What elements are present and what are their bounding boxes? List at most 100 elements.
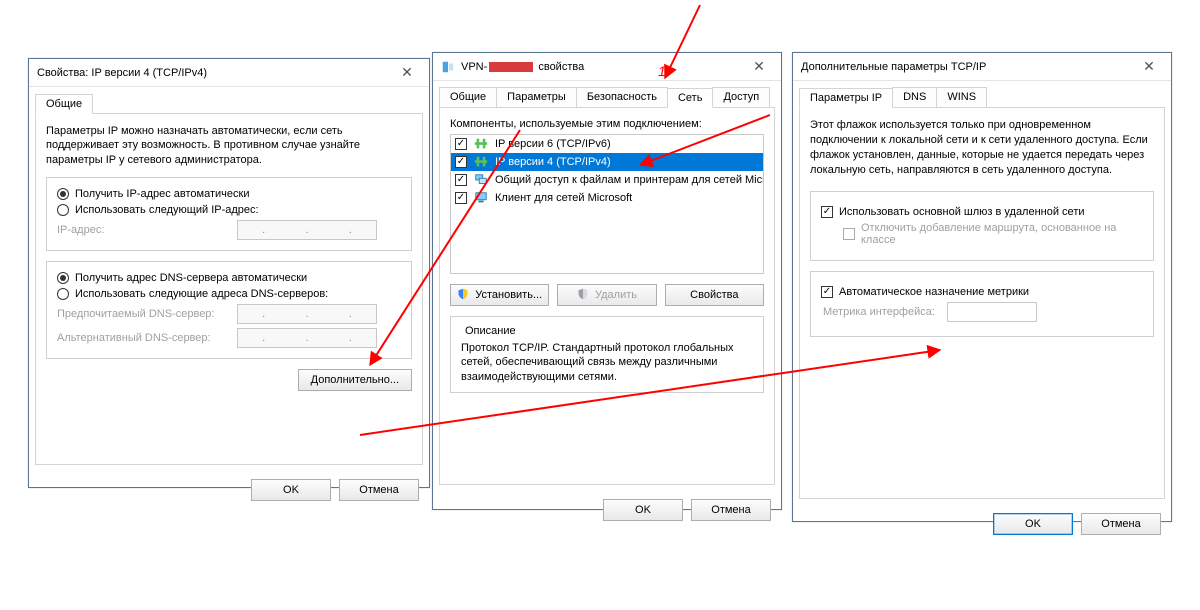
list-item-label: Клиент для сетей Microsoft <box>495 192 632 204</box>
radio-ip-auto[interactable]: Получить IP-адрес автоматически <box>57 188 401 200</box>
dns-alt-input: ... <box>237 328 377 348</box>
ip-address-row: IP-адрес: ... <box>57 220 401 240</box>
tab-dns[interactable]: DNS <box>892 87 937 107</box>
remove-button[interactable]: Удалить <box>557 284 656 306</box>
dns-group: Получить адрес DNS-сервера автоматически… <box>46 261 412 359</box>
close-icon[interactable]: ✕ <box>1133 56 1165 78</box>
use-default-gateway-check[interactable]: Использовать основной шлюз в удаленной с… <box>821 206 1143 218</box>
tab-label: Общие <box>46 98 82 110</box>
close-icon[interactable]: ✕ <box>743 56 775 78</box>
dialog-buttons: OK Отмена <box>433 491 781 529</box>
auto-metric-check[interactable]: Автоматическое назначение метрики <box>821 286 1143 298</box>
tab-label: Безопасность <box>587 91 657 103</box>
ip-address-input: ... <box>237 220 377 240</box>
interface-metric-row: Метрика интерфейса: <box>823 302 1143 322</box>
radio-dns-manual[interactable]: Использовать следующие адреса DNS-сервер… <box>57 288 401 300</box>
field-label: Предпочитаемый DNS-сервер: <box>57 308 227 320</box>
tab-body: Этот флажок используется только при одно… <box>799 107 1165 499</box>
tab-label: Сеть <box>678 92 702 104</box>
list-item-label: IP версии 6 (TCP/IPv6) <box>495 138 611 150</box>
tab-general[interactable]: Общие <box>35 94 93 114</box>
protocol-icon <box>473 155 489 169</box>
disable-class-route-check: Отключить добавление маршрута, основанно… <box>843 222 1143 246</box>
button-label: OK <box>1025 518 1041 530</box>
button-label: Дополнительно... <box>311 374 399 386</box>
radio-icon <box>57 204 69 216</box>
vpn-connection-properties-dialog: VPN- свойства ✕ Общие Параметры Безопасн… <box>432 52 782 510</box>
checkbox-icon[interactable] <box>455 192 467 204</box>
button-label: Отмена <box>711 504 750 516</box>
button-label: Отмена <box>359 484 398 496</box>
checkbox-icon[interactable] <box>455 174 467 186</box>
properties-button[interactable]: Свойства <box>665 284 764 306</box>
radio-label: Использовать следующие адреса DNS-сервер… <box>75 288 328 300</box>
install-button[interactable]: Установить... <box>450 284 549 306</box>
tabstrip: Параметры IP DNS WINS <box>793 81 1171 107</box>
tab-general[interactable]: Общие <box>439 87 497 107</box>
radio-label: Получить IP-адрес автоматически <box>75 188 249 200</box>
tab-ip-params[interactable]: Параметры IP <box>799 88 893 108</box>
cancel-button[interactable]: Отмена <box>339 479 419 501</box>
tab-access[interactable]: Доступ <box>712 87 770 107</box>
components-label: Компоненты, используемые этим подключени… <box>450 118 764 130</box>
button-label: Отмена <box>1101 518 1140 530</box>
cancel-button[interactable]: Отмена <box>1081 513 1161 535</box>
titlebar: VPN- свойства ✕ <box>433 53 781 81</box>
title-suffix: свойства <box>538 61 584 73</box>
dns-pref-row: Предпочитаемый DNS-сервер: ... <box>57 304 401 324</box>
interface-metric-input <box>947 302 1037 322</box>
ip-group: Получить IP-адрес автоматически Использо… <box>46 177 412 251</box>
list-item-client[interactable]: Клиент для сетей Microsoft <box>451 189 763 207</box>
tab-label: DNS <box>903 91 926 103</box>
field-label: Альтернативный DNS-сервер: <box>57 332 227 344</box>
tabstrip: Общие <box>29 87 429 113</box>
button-label: OK <box>283 484 299 496</box>
close-icon[interactable]: ✕ <box>391 62 423 84</box>
tab-security[interactable]: Безопасность <box>576 87 668 107</box>
check-label: Использовать основной шлюз в удаленной с… <box>839 206 1085 218</box>
button-label: Удалить <box>595 289 637 301</box>
dialog-title: Дополнительные параметры TCP/IP <box>801 61 1127 73</box>
checkbox-icon[interactable] <box>455 156 467 168</box>
client-icon <box>473 191 489 205</box>
tab-params[interactable]: Параметры <box>496 87 577 107</box>
checkbox-icon[interactable] <box>821 206 833 218</box>
redacted-text <box>489 62 533 72</box>
components-list[interactable]: IP версии 6 (TCP/IPv6) IP версии 4 (TCP/… <box>450 134 764 274</box>
description-group: Описание Протокол TCP/IP. Стандартный пр… <box>450 316 764 393</box>
tab-body: Компоненты, используемые этим подключени… <box>439 107 775 485</box>
checkbox-icon[interactable] <box>455 138 467 150</box>
titlebar: Дополнительные параметры TCP/IP ✕ <box>793 53 1171 81</box>
tab-label: WINS <box>947 91 976 103</box>
checkbox-icon[interactable] <box>821 286 833 298</box>
ok-button[interactable]: OK <box>251 479 331 501</box>
cancel-button[interactable]: Отмена <box>691 499 771 521</box>
button-label: Установить... <box>475 289 542 301</box>
radio-ip-manual[interactable]: Использовать следующий IP-адрес: <box>57 204 401 216</box>
advanced-button[interactable]: Дополнительно... <box>298 369 412 391</box>
button-label: OK <box>635 504 651 516</box>
dialog-title: VPN- свойства <box>461 61 737 73</box>
tab-label: Общие <box>450 91 486 103</box>
dns-alt-row: Альтернативный DNS-сервер: ... <box>57 328 401 348</box>
dialog-title: Свойства: IP версии 4 (TCP/IPv4) <box>37 67 385 79</box>
field-label: Метрика интерфейса: <box>823 306 935 318</box>
title-prefix: VPN- <box>461 61 487 73</box>
connection-icon <box>441 60 455 74</box>
tab-network[interactable]: Сеть <box>667 88 713 108</box>
tab-wins[interactable]: WINS <box>936 87 987 107</box>
ok-button[interactable]: OK <box>993 513 1073 535</box>
ok-button[interactable]: OK <box>603 499 683 521</box>
list-item-ipv4[interactable]: IP версии 4 (TCP/IPv4) <box>451 153 763 171</box>
tabstrip: Общие Параметры Безопасность Сеть Доступ <box>433 81 781 107</box>
list-item-fileprint[interactable]: Общий доступ к файлам и принтерам для се… <box>451 171 763 189</box>
radio-dns-auto[interactable]: Получить адрес DNS-сервера автоматически <box>57 272 401 284</box>
list-item-ipv6[interactable]: IP версии 6 (TCP/IPv6) <box>451 135 763 153</box>
shield-icon <box>457 288 471 302</box>
radio-icon <box>57 188 69 200</box>
titlebar: Свойства: IP версии 4 (TCP/IPv4) ✕ <box>29 59 429 87</box>
metric-group: Автоматическое назначение метрики Метрик… <box>810 271 1154 337</box>
field-label: IP-адрес: <box>57 224 227 236</box>
gateway-group: Использовать основной шлюз в удаленной с… <box>810 191 1154 261</box>
dialog-buttons: OK Отмена <box>29 471 429 509</box>
